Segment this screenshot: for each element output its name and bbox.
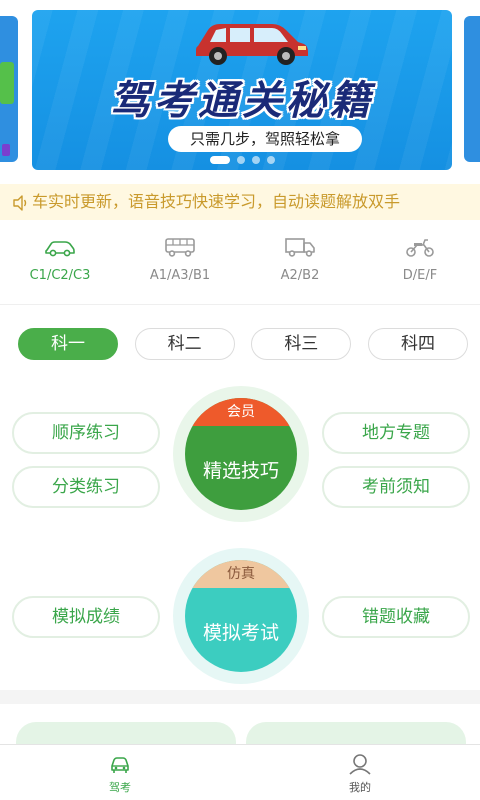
banner-prev-decor-2 (2, 144, 10, 156)
subject-tab-2[interactable]: 科二 (134, 328, 235, 360)
banner-title: 驾考通关秘籍 (110, 78, 374, 124)
carousel-dot-1[interactable] (209, 156, 230, 164)
banner-slide[interactable]: 驾考通关秘籍 只需几步，驾照轻松拿 (32, 10, 452, 170)
wrong-questions-button[interactable]: 错题收藏 (322, 596, 470, 638)
vehicle-label: A2/B2 (280, 268, 320, 283)
speaker-icon (13, 194, 27, 211)
vehicle-label: D/E/F (402, 268, 438, 283)
section-divider (0, 690, 480, 704)
vehicle-tab-truck[interactable]: A2/B2 (240, 236, 360, 300)
subject-tab-1[interactable]: 科一 (18, 328, 118, 360)
banner-carousel[interactable]: 驾考通关秘籍 只需几步，驾照轻松拿 (0, 0, 480, 180)
skills-circle-ring: 会员 精选技巧 (173, 386, 309, 522)
member-badge: 会员 (185, 398, 297, 426)
vehicle-type-selector: C1/C2/C3 A1/A3/B1 A2/B2 D/E/F (0, 236, 480, 300)
subject-tab-4[interactable]: 科四 (367, 328, 468, 360)
banner-prev-decor (0, 62, 14, 104)
carousel-dot-3[interactable] (251, 156, 260, 164)
selected-skills-button[interactable]: 会员 精选技巧 (185, 398, 297, 510)
red-car-illustration (196, 24, 308, 65)
car-tab-icon (111, 757, 129, 773)
banner-next-card[interactable] (464, 16, 480, 162)
sequential-practice-button[interactable]: 顺序练习 (12, 412, 160, 454)
selected-skills-label: 精选技巧 (202, 460, 279, 482)
mock-scores-button[interactable]: 模拟成绩 (12, 596, 160, 638)
banner-subtitle: 只需几步，驾照轻松拿 (168, 126, 362, 152)
category-practice-button[interactable]: 分类练习 (12, 466, 160, 508)
bus-icon (165, 238, 195, 257)
profile-icon (349, 754, 371, 775)
tab-driving-exam[interactable]: 驾考 (0, 745, 240, 800)
car-icon (45, 241, 75, 257)
vehicle-tab-car[interactable]: C1/C2/C3 (0, 236, 120, 300)
carousel-dot-2[interactable] (236, 156, 245, 164)
tab-label: 驾考 (109, 781, 131, 794)
carousel-indicators (32, 156, 452, 164)
subject-tab-3[interactable]: 科三 (251, 328, 352, 360)
vehicle-tab-motorcycle[interactable]: D/E/F (360, 236, 480, 300)
mock-exam-label: 模拟考试 (202, 622, 279, 644)
tab-profile[interactable]: 我的 (240, 745, 480, 800)
app-screen: 驾考通关秘籍 只需几步，驾照轻松拿 车实时更新，语音技巧快速学习，自动读题解放双… (0, 0, 480, 800)
vehicle-label: A1/A3/B1 (149, 268, 211, 283)
pre-exam-notes-button[interactable]: 考前须知 (322, 466, 470, 508)
notice-bar[interactable]: 车实时更新，语音技巧快速学习，自动读题解放双手 (0, 184, 480, 220)
motorcycle-icon (406, 239, 434, 257)
exam-circle-ring: 仿真 模拟考试 (173, 548, 309, 684)
divider (0, 304, 480, 305)
mock-exam-button[interactable]: 仿真 模拟考试 (185, 560, 297, 672)
subject-selector: 科一 科二 科三 科四 (18, 328, 468, 360)
banner-prev-card[interactable] (0, 16, 18, 162)
bottom-tab-bar: 驾考 我的 (0, 744, 480, 800)
notice-text: 车实时更新，语音技巧快速学习，自动读题解放双手 (32, 192, 401, 211)
simulation-badge: 仿真 (185, 560, 297, 588)
vehicle-label: C1/C2/C3 (29, 268, 91, 283)
tab-label: 我的 (349, 781, 371, 794)
truck-icon (285, 238, 315, 257)
carousel-dot-4[interactable] (266, 156, 275, 164)
vehicle-tab-bus[interactable]: A1/A3/B1 (120, 236, 240, 300)
local-topics-button[interactable]: 地方专题 (322, 412, 470, 454)
